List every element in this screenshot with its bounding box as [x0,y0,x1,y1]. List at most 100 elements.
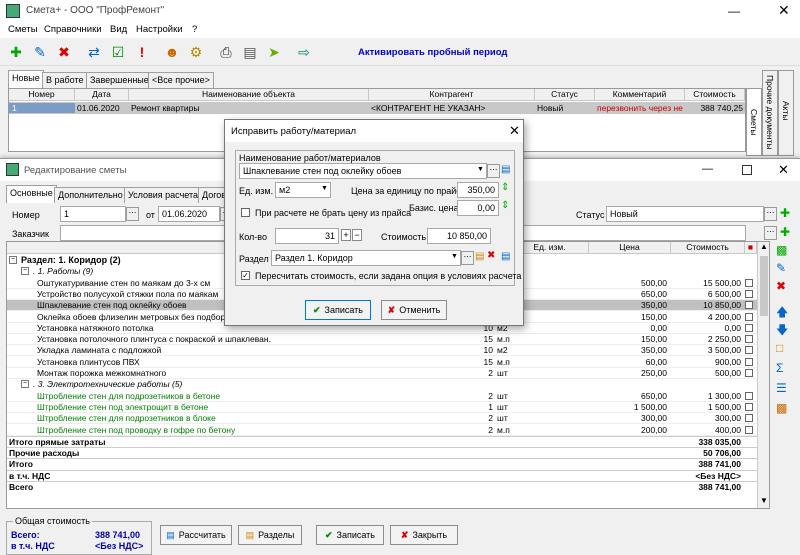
print-icon[interactable]: ⎙ [214,40,238,64]
dialog-qty-field[interactable]: 31 [275,228,339,244]
side-tab-other-docs[interactable]: Прочие документы [762,70,778,156]
transfer-icon[interactable]: ⇄ [82,40,106,64]
col-header-number[interactable]: Номер [9,89,75,101]
table-row[interactable]: Штробление стен для подрозетников в бето… [7,391,757,402]
add-item-icon[interactable]: ▩ [776,243,787,257]
editor-tab-additional[interactable]: Дополнительно [54,187,127,203]
copy-icon[interactable]: □ [776,341,783,355]
scroll-down-icon[interactable]: ▼ [760,496,768,505]
item-checkbox[interactable] [745,312,753,321]
dialog-price-field[interactable]: 350,00 [457,182,499,198]
editor-tab-main[interactable]: Основные [6,185,57,203]
dialog-section-list-icon[interactable]: ▤ [501,251,510,262]
item-checkbox[interactable] [745,278,753,287]
dialog-base-price-field[interactable]: 0,00 [457,200,499,216]
sections-button[interactable]: ▤ Разделы [238,525,302,545]
menu-item-spravochniki[interactable]: Справочники [44,24,102,35]
dialog-qty-plus-button[interactable]: + [341,229,351,241]
editor-close-button[interactable]: ✘ Закрыть [390,525,458,545]
dialog-no-price-checkbox[interactable] [241,208,250,217]
dialog-section-clear-icon[interactable]: ✖ [487,250,495,261]
scroll-up-icon[interactable]: ▲ [760,242,768,251]
tab-in-work[interactable]: В работе [42,72,88,88]
report-icon[interactable]: ▩ [776,401,787,415]
col-header-agent[interactable]: Контрагент [369,89,535,101]
side-tab-acts[interactable]: Акты [778,70,794,156]
exit-icon[interactable]: ⇨ [292,40,316,64]
grid-scrollbar[interactable]: ▲ ▼ [757,242,769,508]
group-row[interactable]: −. 3. Электротехнические работы (5) [7,379,757,390]
date-field[interactable]: 01.06.2020 [158,206,220,222]
menu-item-smety[interactable]: Сметы [8,24,38,35]
item-checkbox[interactable] [745,425,753,434]
editor-close-icon[interactable]: ✕ [778,162,789,178]
dialog-section-dropdown-icon[interactable]: ▼ [451,253,458,260]
menu-item-vid[interactable]: Вид [110,24,127,35]
number-dots-button[interactable]: ⋯ [126,207,139,221]
status-dots-button[interactable]: ⋯ [764,207,777,221]
status-field[interactable]: Новый [606,206,764,222]
new-icon[interactable]: ✚ [4,40,28,64]
status-add-icon[interactable]: ✚ [780,206,790,220]
grid-header-cost[interactable]: Стоимость [671,242,745,254]
table-row[interactable]: Укладка ламината с подложкой 10 м2 350,00 3 … [7,345,757,357]
scroll-thumb[interactable] [760,256,768,316]
sum-icon[interactable]: Σ [776,361,783,375]
document-icon[interactable]: ▤ [238,40,262,64]
table-row[interactable]: Штробление стен под электрощит в бетоне 1… [7,402,757,413]
customer-add-icon[interactable]: ✚ [780,225,790,239]
group-collapse-icon[interactable]: − [21,267,29,276]
collapse-icon[interactable]: − [9,256,17,264]
settings-icon[interactable]: ⚙ [184,40,208,64]
grid-header-flag-icon[interactable]: ■ [745,242,757,254]
table-row[interactable]: Штробление стен для подрозетников в блок… [7,413,757,425]
item-checkbox[interactable] [745,391,753,400]
side-tab-estimates[interactable]: Сметы [746,88,762,156]
table-row[interactable]: Установка плинтусов ПВХ 15 м.п 60,00 900,00 [7,357,757,368]
editor-minimize-icon[interactable]: — [702,163,713,175]
tab-new[interactable]: Новые [8,70,44,88]
dialog-section-dots-button[interactable]: ⋯ [461,251,474,265]
item-checkbox[interactable] [745,346,753,355]
minimize-icon[interactable]: — [728,4,740,18]
col-header-date[interactable]: Дата [75,89,129,101]
dialog-name-list-icon[interactable]: ▤ [501,164,510,175]
dialog-qty-minus-button[interactable]: − [352,229,362,241]
editor-tab-calc-conditions[interactable]: Условия расчета [124,187,202,203]
list-icon[interactable]: ☰ [776,381,787,395]
item-checkbox[interactable] [745,323,753,332]
users-icon[interactable]: ☻ [160,40,184,64]
dialog-section-field[interactable]: Раздел 1. Коридор [271,250,461,266]
activate-link[interactable]: Активировать пробный период [358,47,507,58]
item-checkbox[interactable] [745,369,753,377]
dialog-name-field[interactable]: Шпаклевание стен под оклейку обоев [239,163,487,179]
item-checkbox[interactable] [745,402,753,411]
col-header-status[interactable]: Статус [535,89,595,101]
calculate-button[interactable]: ▤ Рассчитать [160,525,232,545]
dialog-ok-button[interactable]: ✔ Записать [305,300,371,320]
customer-dots-button[interactable]: ⋯ [764,226,777,240]
item-checkbox[interactable] [745,289,753,298]
grid-header-price[interactable]: Цена [589,242,671,254]
table-row[interactable]: Монтаж порожка межкомнатного 2 шт 250,00 500… [7,368,757,379]
move-down-icon[interactable]: 🡇 [776,321,788,342]
delete-icon[interactable]: ✖ [52,40,76,64]
editor-maximize-icon[interactable] [742,165,752,175]
dialog-unit-dropdown-icon[interactable]: ▼ [321,185,328,192]
menu-item-nastroyki[interactable]: Настройки [136,24,183,35]
dialog-section-new-icon[interactable]: ▤ [475,251,484,262]
edit-icon[interactable]: ✎ [28,40,52,64]
dialog-recalc-checkbox[interactable]: ✓ [241,271,250,280]
edit-item-icon[interactable]: ✎ [776,261,786,275]
close-icon[interactable]: ✕ [778,2,790,19]
tab-all-other[interactable]: <Все прочие> [148,72,214,88]
dialog-name-dropdown-icon[interactable]: ▼ [477,166,484,173]
menu-item-help[interactable]: ? [192,24,197,35]
alert-icon[interactable]: ! [130,40,154,64]
tab-finished[interactable]: Завершенные [86,72,153,88]
arrow-right-icon[interactable]: ➤ [262,40,286,64]
item-checkbox[interactable] [745,301,753,310]
col-header-object[interactable]: Наименование объекта [129,89,369,101]
dialog-cost-field[interactable]: 10 850,00 [427,228,491,244]
dialog-price-stepper-icon[interactable]: ⇕ [501,182,509,193]
